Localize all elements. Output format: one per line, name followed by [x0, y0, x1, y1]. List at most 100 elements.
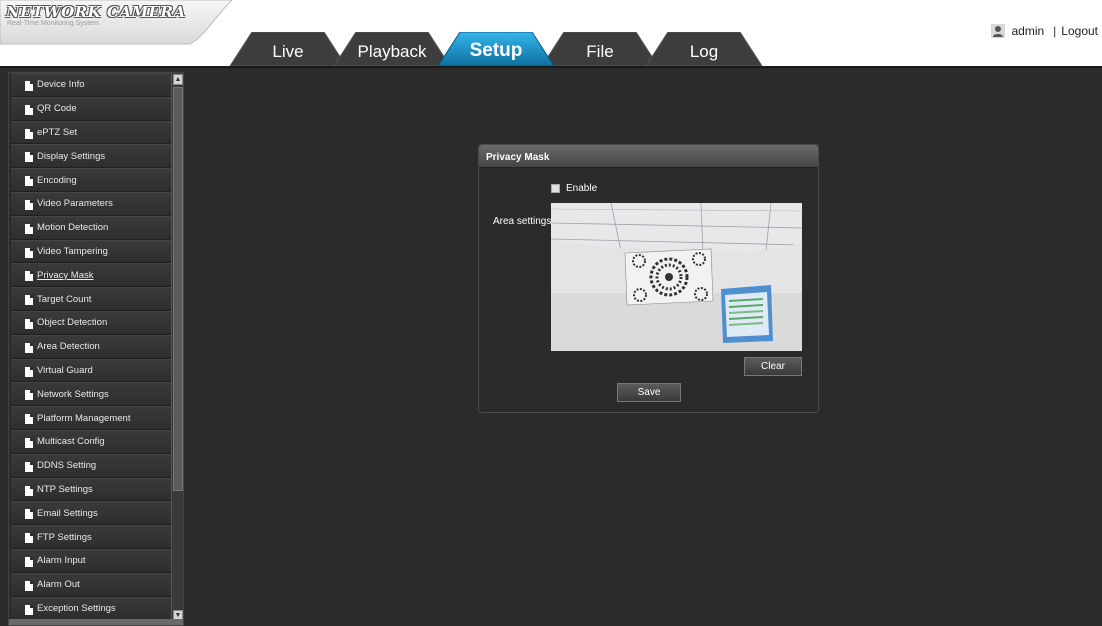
sidebar-item-label: NTP Settings [37, 483, 93, 495]
sidebar-item-label: Video Parameters [37, 198, 113, 210]
document-icon [25, 604, 33, 615]
sidebar-item-alarm-out[interactable]: Alarm Out [11, 572, 171, 597]
sidebar-item-alarm-input[interactable]: Alarm Input [11, 548, 171, 573]
document-icon [25, 414, 33, 425]
tab-setup[interactable]: Setup [438, 32, 554, 66]
privacy-mask-panel: Privacy Mask Enable Area settings: Clear… [478, 144, 819, 413]
document-icon [25, 437, 33, 448]
sidebar-item-area-detection[interactable]: Area Detection [11, 334, 171, 359]
sidebar-item-video-tampering[interactable]: Video Tampering [11, 239, 171, 264]
document-icon [25, 247, 33, 258]
logo-subtitle: Real-Time Monitoring System [7, 20, 99, 27]
enable-checkbox[interactable] [551, 184, 560, 193]
document-icon [25, 580, 33, 591]
sidebar-item-ddns-setting[interactable]: DDNS Setting [11, 453, 171, 478]
sidebar-item-motion-detection[interactable]: Motion Detection [11, 215, 171, 240]
sidebar-item-network-settings[interactable]: Network Settings [11, 382, 171, 407]
sidebar-item-label: Device Info [37, 79, 85, 91]
sidebar-item-privacy-mask[interactable]: Privacy Mask [11, 263, 171, 288]
user-area: admin | Logout [991, 24, 1098, 38]
document-icon [25, 271, 33, 282]
sidebar-item-eptz-set[interactable]: ePTZ Set [11, 120, 171, 145]
sidebar-item-device-info[interactable]: Device Info [11, 73, 171, 97]
document-icon [25, 390, 33, 401]
document-icon [25, 176, 33, 187]
sidebar-item-label: Display Settings [37, 150, 106, 162]
sidebar-item-label: Virtual Guard [37, 364, 93, 376]
scroll-thumb[interactable] [173, 87, 183, 491]
sidebar-item-label: DDNS Setting [37, 460, 97, 472]
tab-file[interactable]: File [542, 32, 658, 66]
tab-playback[interactable]: Playback [334, 32, 450, 66]
sidebar-item-label: Target Count [37, 293, 92, 305]
panel-title: Privacy Mask [479, 145, 818, 168]
sidebar-item-video-parameters[interactable]: Video Parameters [11, 191, 171, 216]
sidebar-item-platform-management[interactable]: Platform Management [11, 406, 171, 430]
sidebar-item-ftp-settings[interactable]: FTP Settings [11, 525, 171, 549]
sidebar-item-label: Platform Management [37, 412, 131, 424]
sidebar-item-multicast-config[interactable]: Multicast Config [11, 429, 171, 454]
settings-menu: Device Info QR Code ePTZ Set Display Settin… [11, 73, 171, 621]
sidebar-item-label: Motion Detection [37, 222, 109, 234]
sidebar-item-label: Alarm Out [37, 579, 80, 591]
sidebar-item-encoding[interactable]: Encoding [11, 168, 171, 192]
header-divider [0, 66, 1102, 68]
sidebar-item-label: Exception Settings [37, 602, 116, 614]
sidebar-item-label: Email Settings [37, 507, 98, 519]
logo-panel: NETWORK CAMERA Real-Time Monitoring Syst… [0, 0, 232, 66]
sidebar-item-exception-settings[interactable]: Exception Settings [11, 596, 171, 621]
save-button[interactable]: Save [617, 383, 681, 402]
sidebar-scrollbar[interactable]: ▲ ▼ [171, 73, 183, 625]
tab-live[interactable]: Live [230, 32, 346, 66]
sidebar-item-ntp-settings[interactable]: NTP Settings [11, 477, 171, 502]
sidebar-item-label: Privacy Mask [37, 269, 94, 281]
logo-title: NETWORK CAMERA [6, 3, 186, 21]
sidebar-item-label: Object Detection [37, 317, 108, 329]
tab-log[interactable]: Log [646, 32, 762, 66]
sidebar-item-target-count[interactable]: Target Count [11, 287, 171, 311]
sidebar-item-email-settings[interactable]: Email Settings [11, 501, 171, 526]
document-icon [25, 485, 33, 496]
sidebar-item-label: Video Tampering [37, 245, 108, 257]
sidebar-item-label: Area Detection [37, 341, 100, 353]
sidebar-item-label: Alarm Input [37, 555, 86, 567]
sidebar-item-label: QR Code [37, 103, 77, 115]
sidebar-item-virtual-guard[interactable]: Virtual Guard [11, 358, 171, 383]
camera-view [551, 203, 802, 351]
user-separator: | [1053, 24, 1057, 38]
sidebar-hscrollbar[interactable] [9, 619, 183, 625]
sidebar-item-qr-code[interactable]: QR Code [11, 96, 171, 121]
top-header: NETWORK CAMERA Real-Time Monitoring Syst… [0, 0, 1102, 66]
tab-setup-label: Setup [469, 40, 523, 61]
sidebar-item-display-settings[interactable]: Display Settings [11, 144, 171, 169]
tab-log-label: Log [689, 42, 719, 61]
user-name: admin [1011, 24, 1045, 38]
logout-link[interactable]: Logout [1061, 24, 1098, 38]
document-icon [25, 342, 33, 353]
tab-file-label: File [586, 42, 614, 61]
sidebar-item-label: FTP Settings [37, 531, 92, 543]
settings-sidebar: Device Info QR Code ePTZ Set Display Settin… [8, 72, 184, 626]
document-icon [25, 295, 33, 306]
scroll-up-button[interactable]: ▲ [173, 74, 183, 85]
sidebar-item-label: Multicast Config [37, 436, 105, 448]
sidebar-item-label: Encoding [37, 174, 77, 186]
document-icon [25, 533, 33, 544]
wall-poster [721, 285, 773, 343]
sidebar-item-label: ePTZ Set [37, 126, 78, 138]
user-icon [991, 24, 1006, 38]
document-icon [25, 556, 33, 567]
document-icon [25, 152, 33, 163]
document-icon [25, 366, 33, 377]
sidebar-item-label: Network Settings [37, 388, 109, 400]
document-icon [25, 81, 33, 91]
tab-live-label: Live [272, 42, 304, 61]
clear-button[interactable]: Clear [744, 357, 802, 376]
document-icon [25, 104, 33, 115]
document-icon [25, 509, 33, 520]
area-settings-label: Area settings: [493, 216, 555, 227]
sidebar-item-object-detection[interactable]: Object Detection [11, 310, 171, 335]
enable-row: Enable [551, 183, 597, 194]
video-preview[interactable] [551, 203, 802, 351]
document-icon [25, 128, 33, 139]
